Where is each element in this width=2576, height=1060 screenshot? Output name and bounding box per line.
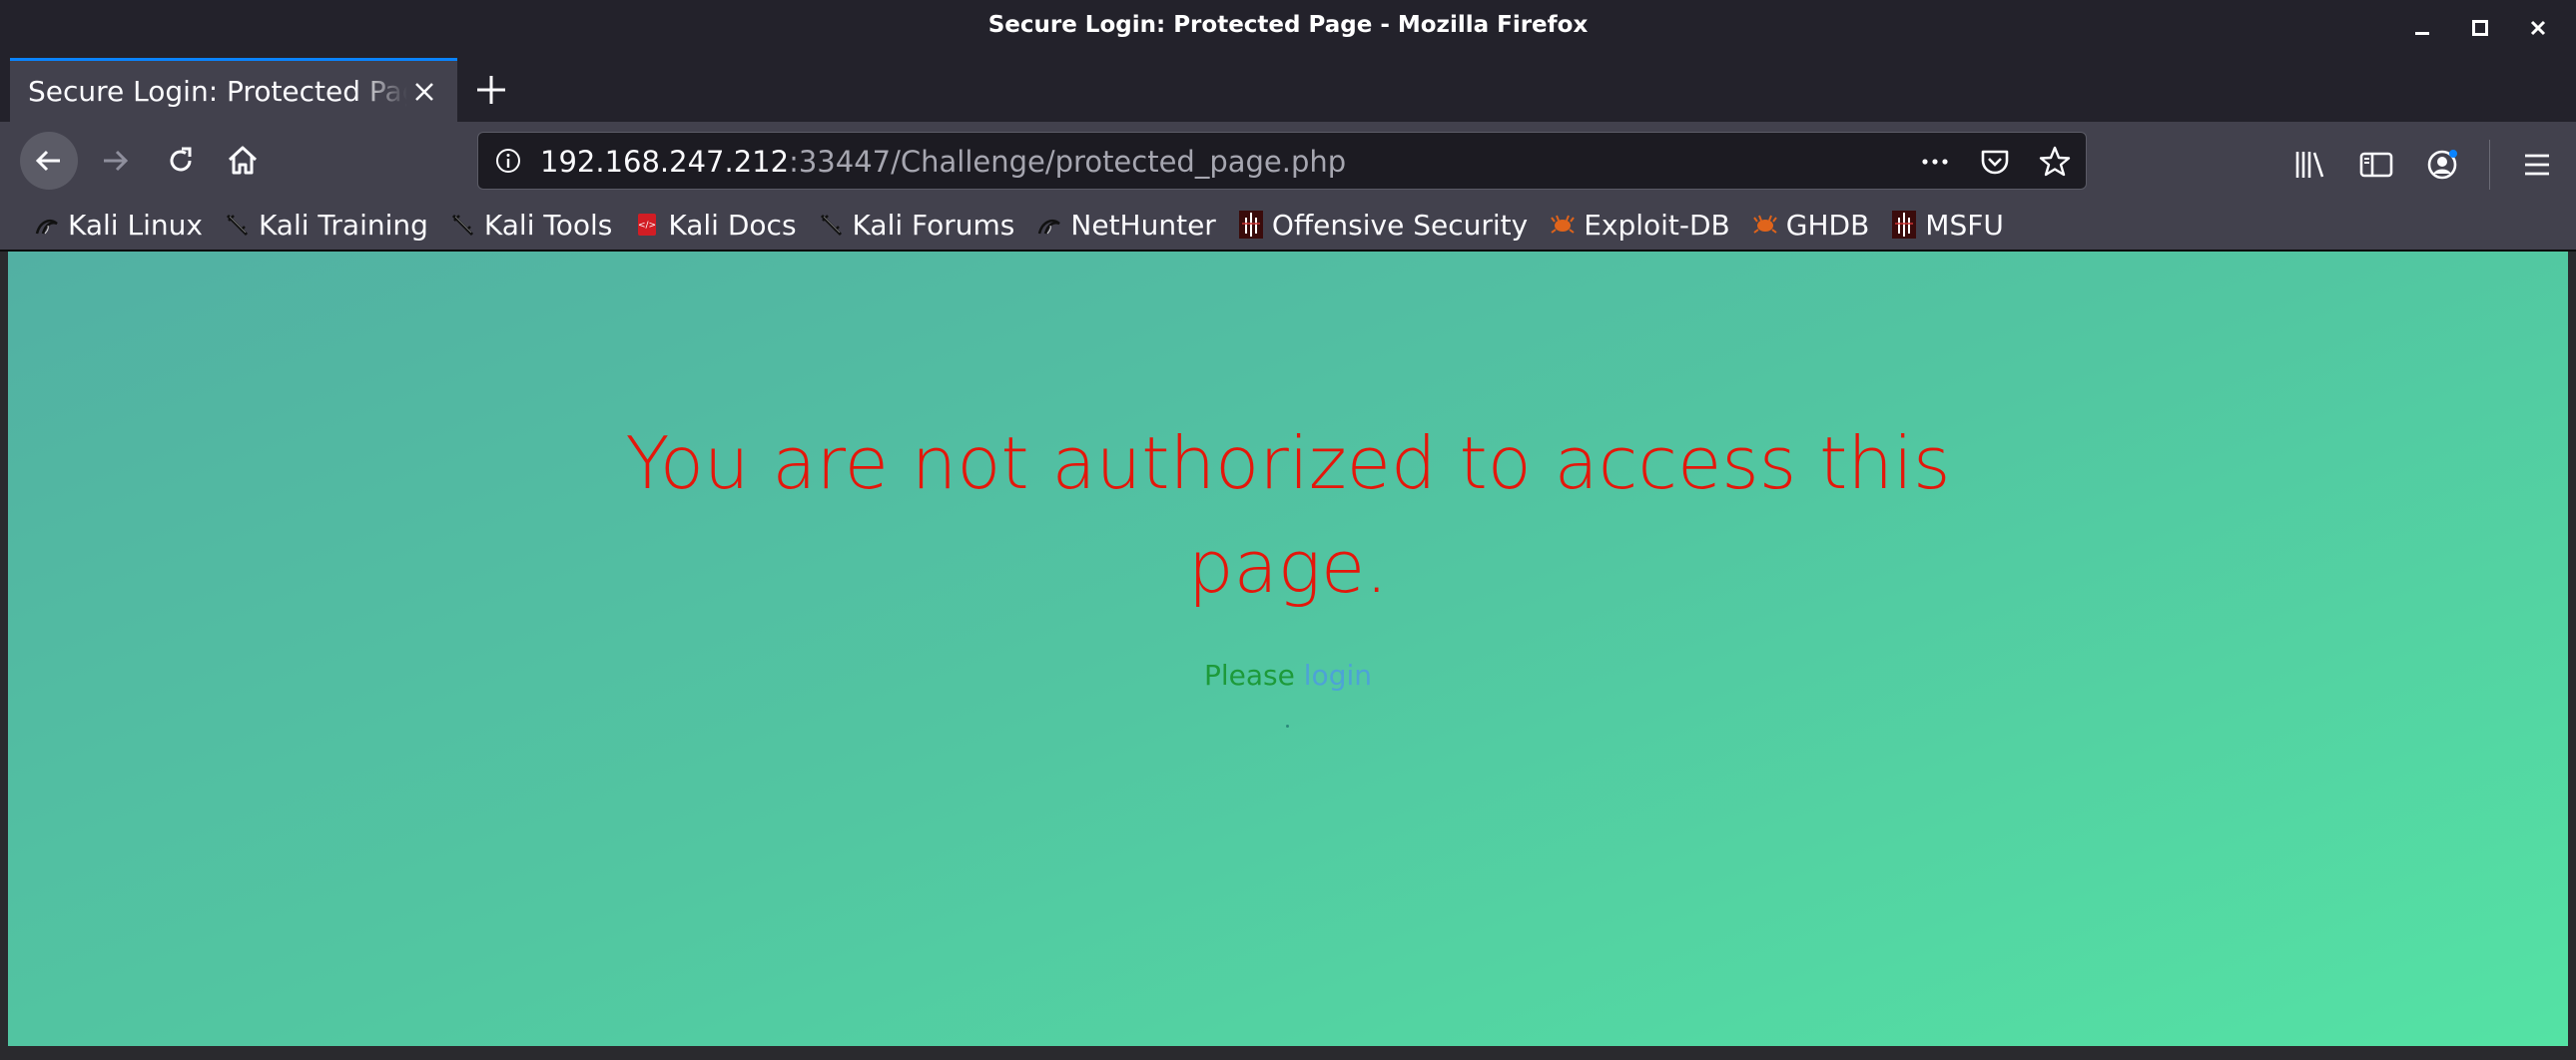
library-icon — [2295, 152, 2324, 178]
back-arrow-icon — [35, 150, 60, 172]
url-path: :33447/Challenge/protected_page.php — [789, 145, 1347, 179]
bookmark-ghdb[interactable]: GHDB — [1750, 208, 1870, 242]
tab-close-button[interactable] — [411, 79, 437, 105]
login-prompt: Please login — [8, 659, 2568, 692]
bookmark-nethunter[interactable]: NetHunter — [1034, 208, 1216, 242]
menu-button[interactable] — [2518, 146, 2556, 184]
hamburger-menu-icon — [2525, 154, 2549, 176]
bookmark-exploit-db[interactable]: Exploit-DB — [1548, 209, 1730, 242]
maximize-icon — [2472, 20, 2488, 36]
bookmark-label: Kali Docs — [668, 208, 797, 242]
sidebar-icon — [2359, 152, 2393, 178]
please-text: Please — [1204, 659, 1295, 692]
bookmark-label: Kali Tools — [483, 208, 613, 242]
heading-line-1: You are not authorized to access this — [625, 421, 1951, 505]
heading-line-2: page. — [1187, 525, 1389, 609]
title-bar: Secure Login: Protected Page - Mozilla F… — [0, 0, 2576, 56]
not-authorized-heading: You are not authorized to access this pa… — [8, 411, 2568, 619]
library-button[interactable] — [2291, 146, 2329, 184]
bookmark-kali-tools[interactable]: Kali Tools — [448, 209, 612, 242]
site-info-button[interactable] — [494, 147, 522, 175]
bookmark-label: GHDB — [1785, 208, 1870, 242]
kali-dragon-icon — [1034, 210, 1064, 240]
bookmark-label: Kali Linux — [68, 208, 203, 242]
svg-text:</>: </> — [638, 221, 656, 231]
minimize-button[interactable] — [2408, 14, 2436, 42]
info-icon — [496, 149, 520, 173]
home-button[interactable] — [214, 132, 272, 190]
toolbar-right — [2291, 140, 2556, 190]
pocket-icon — [1981, 150, 2009, 175]
account-icon — [2427, 150, 2457, 180]
bookmark-label: Exploit-DB — [1584, 208, 1730, 242]
bookmarks-toolbar: Kali Linux Kali Training Kali Tools </> … — [0, 200, 2576, 252]
tab-strip: Secure Login: Protected Page — [0, 56, 2576, 122]
plus-icon — [477, 76, 505, 104]
minimize-icon — [2415, 32, 2429, 35]
page-actions-button[interactable] — [1918, 145, 1952, 179]
forward-arrow-icon — [104, 150, 129, 172]
window-controls — [2408, 14, 2552, 42]
bookmark-kali-training[interactable]: Kali Training — [223, 209, 428, 242]
address-bar[interactable]: 192.168.247.212:33447/Challenge/protecte… — [477, 132, 2087, 190]
bookmark-label: NetHunter — [1070, 208, 1216, 242]
tab-title: Secure Login: Protected Page — [28, 75, 407, 108]
url-actions — [1918, 145, 2072, 179]
reload-icon — [170, 147, 192, 172]
offsec-icon — [1889, 210, 1919, 240]
bookmark-offensive-security[interactable]: Offensive Security — [1236, 209, 1528, 242]
kali-sword-icon — [223, 210, 253, 240]
trailing-dot — [1286, 725, 1289, 728]
home-icon — [228, 146, 258, 175]
bookmark-msfu[interactable]: MSFU — [1889, 209, 2004, 242]
window-bottom-border — [0, 1046, 2576, 1060]
kali-sword-icon — [448, 210, 478, 240]
bookmark-label: Kali Forums — [852, 208, 1015, 242]
toolbar-separator — [2489, 140, 2490, 190]
new-tab-button[interactable] — [471, 70, 511, 110]
close-icon — [415, 83, 433, 101]
url-text[interactable]: 192.168.247.212:33447/Challenge/protecte… — [540, 145, 1346, 179]
browser-window: Secure Login: Protected Page - Mozilla F… — [0, 0, 2576, 1060]
bookmark-star-button[interactable] — [2038, 145, 2072, 179]
kali-sword-icon — [817, 210, 847, 240]
bookmark-kali-docs[interactable]: </> Kali Docs — [632, 209, 796, 242]
kali-dragon-icon — [32, 210, 62, 240]
tab-protected-page[interactable]: Secure Login: Protected Page — [10, 58, 457, 122]
kali-docs-icon: </> — [632, 210, 662, 240]
page-content: You are not authorized to access this pa… — [8, 252, 2568, 1046]
account-button[interactable] — [2423, 146, 2461, 184]
exploitdb-icon — [1750, 210, 1780, 240]
close-window-button[interactable] — [2524, 14, 2552, 42]
offsec-icon — [1236, 210, 1266, 240]
pocket-button[interactable] — [1978, 145, 2012, 179]
star-icon — [2039, 146, 2071, 177]
more-dots-icon — [1922, 159, 1948, 165]
bookmark-kali-forums[interactable]: Kali Forums — [817, 208, 1015, 242]
forward-button[interactable] — [86, 132, 144, 190]
bookmark-kali-linux[interactable]: Kali Linux — [32, 209, 203, 242]
window-title: Secure Login: Protected Page - Mozilla F… — [987, 12, 1589, 38]
sidebar-button[interactable] — [2357, 146, 2395, 184]
maximize-button[interactable] — [2466, 14, 2494, 42]
url-host: 192.168.247.212 — [540, 145, 790, 179]
bookmark-label: Offensive Security — [1271, 208, 1529, 242]
exploitdb-icon — [1548, 210, 1578, 240]
bookmark-label: MSFU — [1925, 208, 2004, 242]
reload-button[interactable] — [152, 132, 210, 190]
navigation-toolbar: 192.168.247.212:33447/Challenge/protecte… — [0, 122, 2576, 200]
back-button[interactable] — [20, 132, 78, 190]
login-link[interactable]: login — [1304, 659, 1372, 692]
close-icon — [2530, 20, 2546, 36]
bookmark-label: Kali Training — [258, 208, 428, 242]
